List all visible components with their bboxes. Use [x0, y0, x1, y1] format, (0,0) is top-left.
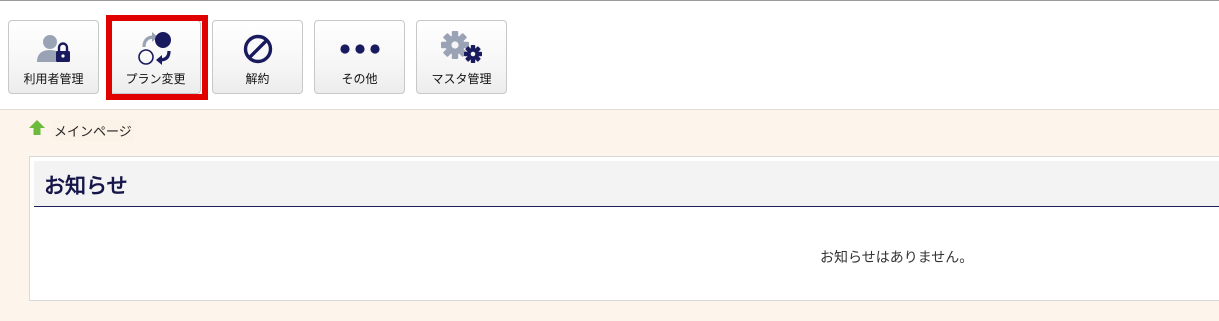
user-management-button[interactable]: 利用者管理 — [8, 20, 99, 94]
notice-header: お知らせ — [34, 161, 1219, 207]
breadcrumb: メインページ — [28, 119, 134, 141]
plan-change-icon — [111, 31, 200, 67]
notice-empty-message: お知らせはありません。 — [820, 250, 974, 266]
master-management-button[interactable]: マスタ管理 — [416, 20, 507, 94]
prohibited-icon — [213, 31, 302, 67]
notice-title: お知らせ — [44, 174, 128, 198]
master-management-label: マスタ管理 — [431, 72, 492, 86]
user-lock-icon — [9, 31, 98, 67]
main-content: メインページ お知らせ お知らせはありません。 — [0, 109, 1219, 321]
home-arrow-icon[interactable] — [28, 119, 46, 141]
notice-panel: お知らせ お知らせはありません。 — [29, 156, 1219, 301]
main-toolbar: 利用者管理 プラン変更 解約 その他 マスタ管理 — [0, 1, 1219, 109]
breadcrumb-main-page[interactable]: メインページ — [52, 119, 134, 141]
more-dots-icon — [315, 31, 404, 67]
gears-icon — [417, 31, 506, 67]
user-management-label: 利用者管理 — [23, 72, 84, 86]
other-label: その他 — [341, 72, 378, 86]
plan-change-label: プラン変更 — [125, 72, 186, 86]
other-button[interactable]: その他 — [314, 20, 405, 94]
cancel-contract-button[interactable]: 解約 — [212, 20, 303, 94]
cancel-contract-label: 解約 — [245, 72, 270, 86]
plan-change-button[interactable]: プラン変更 — [110, 20, 201, 94]
